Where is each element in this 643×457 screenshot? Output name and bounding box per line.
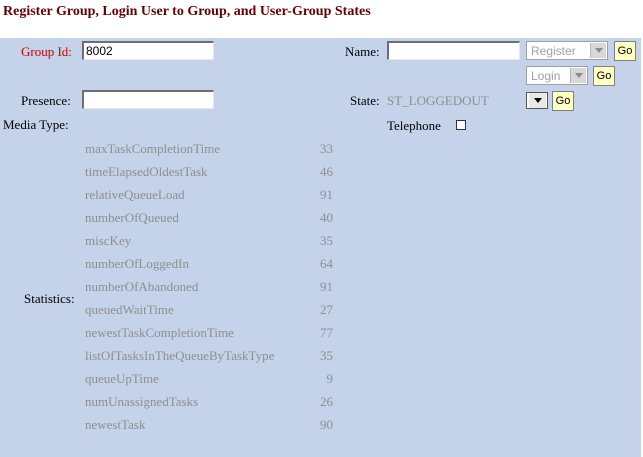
statistic-value: 91 [320,187,333,202]
login-select[interactable]: Login [526,66,588,85]
statistic-name: queueUpTime [85,371,159,386]
telephone-label: Telephone [387,118,441,133]
statistic-name: numberOfLoggedIn [85,256,189,271]
state-select[interactable] [526,92,548,109]
statistic-value: 9 [326,371,334,386]
statistic-value: 33 [320,141,333,156]
register-select-value: Register [531,44,576,58]
state-value: ST_LOGGEDOUT [387,93,489,108]
chevron-down-icon [590,43,606,58]
telephone-checkbox[interactable] [456,120,466,130]
statistic-value: 35 [320,348,333,363]
group-id-label: Group Id: [21,44,72,59]
statistic-name: miscKey [85,233,132,248]
statistics-label: Statistics: [24,291,75,306]
statistic-value: 90 [320,417,333,432]
name-label: Name: [345,44,380,59]
chevron-down-icon [570,68,586,83]
page-title: Register Group, Login User to Group, and… [3,4,371,19]
state-label: State: [350,93,380,108]
statistic-value: 77 [320,325,333,340]
statistic-name: newestTask [85,417,146,432]
statistic-value: 26 [320,394,333,409]
form-panel: Group Id: 8002 Name: Register Go Login G… [0,38,641,457]
presence-label: Presence: [21,93,71,108]
presence-input[interactable] [82,90,214,109]
statistic-name: numberOfAbandoned [85,279,199,294]
statistic-value: 91 [320,279,333,294]
statistic-value: 35 [320,233,333,248]
statistic-name: timeElapsedOldestTask [85,164,208,179]
statistic-name: relativeQueueLoad [85,187,185,202]
statistic-name: listOfTasksInTheQueueByTaskType [85,348,275,363]
register-go-button[interactable]: Go [614,41,636,61]
statistic-name: maxTaskCompletionTime [85,141,221,156]
statistic-value: 64 [320,256,333,271]
statistic-value: 27 [320,302,333,317]
register-select[interactable]: Register [526,41,608,60]
statistic-value: 40 [320,210,333,225]
chevron-down-icon [529,93,546,108]
statistic-name: queuedWaitTime [85,302,174,317]
name-input[interactable] [387,41,520,60]
statistic-name: newestTaskCompletionTime [85,325,234,340]
login-go-button[interactable]: Go [593,66,615,86]
media-type-label: Media Type: [3,117,69,132]
login-select-value: Login [531,69,561,83]
statistic-value: 46 [320,164,333,179]
statistic-name: numberOfQueued [85,210,179,225]
group-id-input[interactable]: 8002 [82,41,214,60]
statistic-name: numUnassignedTasks [85,394,199,409]
state-go-button[interactable]: Go [552,91,574,111]
